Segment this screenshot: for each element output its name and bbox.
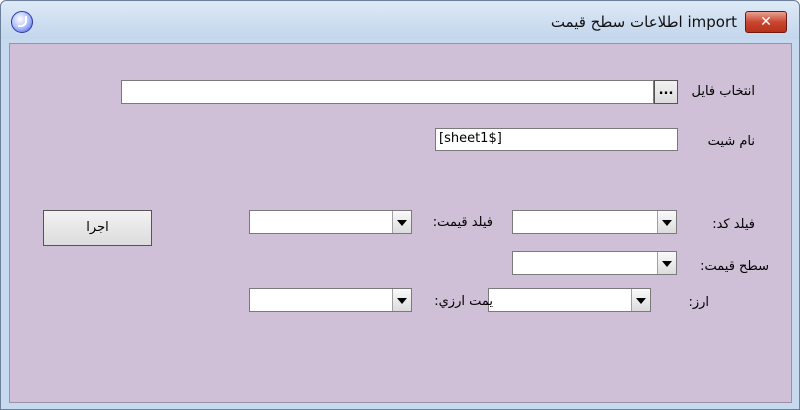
app-icon (11, 11, 33, 33)
run-button[interactable]: اجرا (43, 210, 152, 246)
chevron-down-icon[interactable] (631, 289, 650, 311)
currency-dropdown[interactable] (488, 288, 651, 312)
close-button[interactable]: ✕ (745, 11, 787, 33)
title-bar[interactable]: import اطلاعات سطح قيمت ✕ (1, 1, 799, 39)
price-level-label: سطح قيمت: (700, 259, 769, 274)
chevron-down-icon[interactable] (392, 289, 411, 311)
window-title: import اطلاعات سطح قيمت (550, 13, 737, 31)
browse-button[interactable]: ... (654, 80, 678, 104)
select-file-label: انتخاب فايل (691, 84, 755, 99)
price-level-dropdown[interactable] (512, 251, 677, 275)
chevron-down-icon[interactable] (392, 211, 411, 233)
dialog-window: import اطلاعات سطح قيمت ✕ انتخاب فايل ..… (0, 0, 800, 410)
chevron-down-icon[interactable] (657, 211, 676, 233)
currency-price-label: يمت ارزي: (434, 294, 493, 309)
chevron-down-icon[interactable] (657, 252, 676, 274)
currency-price-dropdown[interactable] (249, 288, 412, 312)
form-area: انتخاب فايل ... نام شيت [sheet1$] فيلد ك… (9, 43, 792, 403)
price-field-label: فيلد قيمت: (432, 215, 493, 230)
code-field-dropdown[interactable] (512, 210, 677, 234)
price-field-dropdown[interactable] (249, 210, 412, 234)
code-field-label: فيلد كد: (712, 217, 755, 232)
sheet-name-input[interactable]: [sheet1$] (435, 128, 678, 151)
sheet-name-label: نام شيت (707, 134, 755, 149)
currency-label: ارز: (688, 295, 709, 310)
file-path-input[interactable] (121, 80, 654, 104)
